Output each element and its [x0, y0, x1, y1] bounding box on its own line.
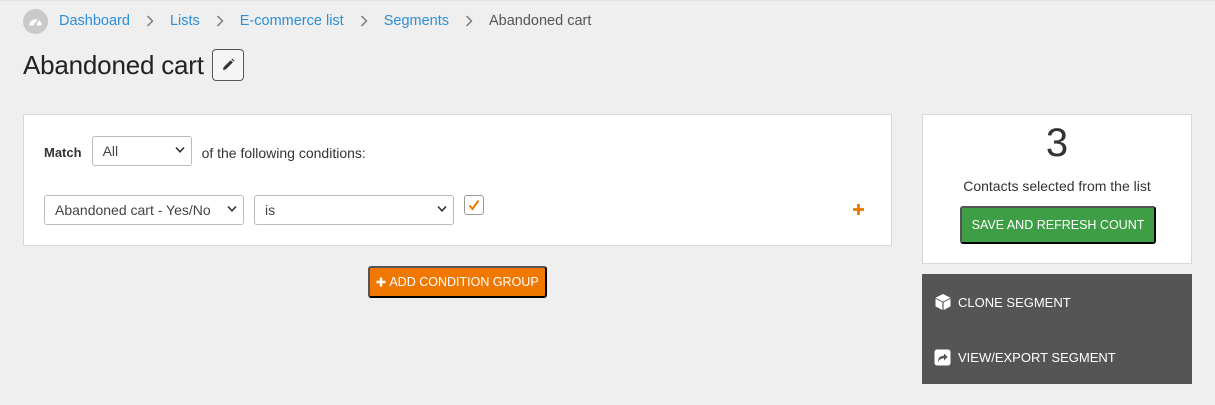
- chevron-right-icon: [130, 15, 170, 27]
- count-panel: 3 Contacts selected from the list SAVE A…: [922, 114, 1192, 264]
- breadcrumb-current: Abandoned cart: [489, 13, 592, 29]
- view-export-segment-action[interactable]: VIEW/EXPORT SEGMENT: [934, 345, 1116, 369]
- dashboard-gauge-icon[interactable]: [23, 8, 48, 34]
- breadcrumb-dashboard[interactable]: Dashboard: [59, 13, 130, 29]
- segment-actions-panel: CLONE SEGMENT VIEW/EXPORT SEGMENT: [922, 274, 1192, 384]
- title-row: Abandoned cart: [23, 49, 244, 81]
- match-select-value: All: [102, 143, 119, 159]
- view-export-segment-label: VIEW/EXPORT SEGMENT: [958, 349, 1116, 365]
- chevron-right-icon: [200, 15, 240, 27]
- chevron-right-icon: [344, 15, 384, 27]
- condition-row: Abandoned cart - Yes/No is: [44, 195, 484, 225]
- breadcrumb: Dashboard Lists E-commerce list Segments…: [23, 8, 592, 34]
- breadcrumb-segments[interactable]: Segments: [384, 13, 449, 29]
- page-title: Abandoned cart: [23, 49, 204, 80]
- condition-field-select[interactable]: Abandoned cart - Yes/No: [44, 195, 244, 225]
- condition-value-checkbox[interactable]: [464, 195, 484, 215]
- chevron-down-icon: [227, 205, 237, 212]
- match-suffix: of the following conditions:: [201, 144, 366, 161]
- share-icon: [934, 349, 954, 366]
- chevron-down-icon: [437, 205, 447, 212]
- edit-title-button[interactable]: [211, 49, 244, 81]
- clone-segment-action[interactable]: CLONE SEGMENT: [934, 290, 1071, 314]
- add-condition-group-button[interactable]: ADD CONDITION GROUP: [368, 266, 547, 298]
- contact-count: 3: [1045, 121, 1069, 165]
- match-select[interactable]: All: [91, 136, 192, 166]
- conditions-panel: Match All of the following conditions: A…: [23, 114, 892, 246]
- chevron-right-icon: [449, 15, 489, 27]
- condition-operator-select[interactable]: is: [254, 195, 454, 225]
- condition-field-value: Abandoned cart - Yes/No: [55, 202, 211, 218]
- condition-operator-value: is: [265, 202, 276, 218]
- checkmark-icon: [468, 199, 480, 211]
- cube-icon: [934, 293, 954, 311]
- clone-segment-label: CLONE SEGMENT: [958, 294, 1071, 310]
- match-label: Match: [44, 145, 82, 160]
- top-divider: [0, 0, 1215, 1]
- contact-count-label: Contacts selected from the list: [963, 178, 1151, 194]
- match-row: Match All of the following conditions:: [44, 136, 366, 166]
- save-and-refresh-button[interactable]: SAVE AND REFRESH COUNT: [960, 206, 1156, 244]
- pencil-icon: [222, 58, 235, 70]
- add-condition-group-label: ADD CONDITION GROUP: [389, 275, 539, 289]
- breadcrumb-lists[interactable]: Lists: [170, 13, 200, 29]
- plus-icon: [376, 277, 386, 287]
- plus-icon[interactable]: [852, 203, 865, 221]
- chevron-down-icon: [174, 146, 185, 153]
- breadcrumb-ecommerce-list[interactable]: E-commerce list: [240, 13, 344, 29]
